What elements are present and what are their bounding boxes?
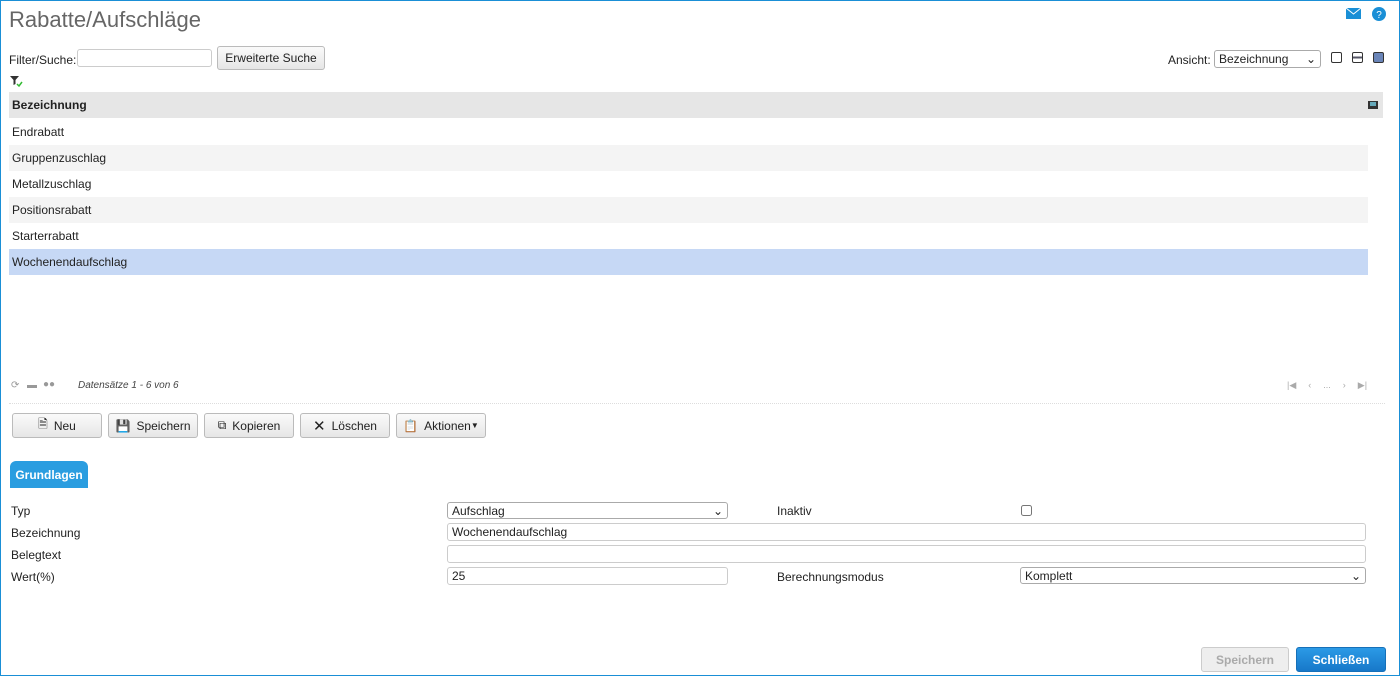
help-icon[interactable]: ? [1372, 7, 1386, 21]
filter-input[interactable] [77, 49, 212, 67]
column-settings-icon[interactable] [1368, 101, 1378, 109]
bezeichnung-input[interactable] [447, 523, 1366, 541]
divider [9, 403, 1385, 404]
save-button-disabled: Speichern [1201, 647, 1289, 672]
settings-dots-icon[interactable]: ●● [43, 379, 55, 390]
document-icon: 🗎 [38, 417, 48, 431]
mail-icon[interactable] [1346, 8, 1361, 19]
save-toolbar-button[interactable]: 💾 Speichern [108, 413, 198, 438]
typ-label: Typ [11, 504, 31, 518]
filter-active-icon[interactable] [10, 76, 24, 88]
save-label: Speichern [136, 418, 191, 433]
belegtext-input[interactable] [447, 545, 1366, 563]
row-label: Gruppenzuschlag [12, 151, 107, 165]
chevron-down-icon: ⌄ [1305, 52, 1316, 66]
table-row[interactable]: Gruppenzuschlag [9, 145, 1368, 171]
actions-button[interactable]: 📋 Aktionen ▼ [396, 413, 486, 438]
new-label: Neu [53, 418, 76, 433]
typ-select[interactable]: Aufschlag ⌄ [447, 502, 728, 519]
close-button[interactable]: Schließen [1296, 647, 1386, 672]
berechnungsmodus-label: Berechnungsmodus [777, 570, 884, 584]
first-page-icon[interactable]: |◀ [1287, 380, 1296, 391]
table-row[interactable]: Positionsrabatt [9, 197, 1368, 223]
belegtext-label: Belegtext [11, 548, 62, 562]
view-layout-1-icon[interactable] [1331, 52, 1342, 63]
modus-value: Komplett [1025, 568, 1073, 583]
pagination: |◀ ‹... › ▶| [1287, 380, 1367, 391]
advanced-search-button[interactable]: Erweiterte Suche [217, 46, 325, 70]
actions-label: Aktionen [424, 418, 471, 433]
table-row[interactable]: Metallzuschlag [9, 171, 1368, 197]
copy-icon: ⧉ [217, 418, 227, 432]
page-title: Rabatte/Aufschläge [9, 7, 202, 32]
delete-button[interactable]: ✕ Löschen [300, 413, 390, 438]
delete-label: Löschen [331, 418, 377, 433]
print-icon[interactable]: ▬ [27, 380, 37, 391]
table-row-selected[interactable]: Wochenendaufschlag [9, 249, 1368, 275]
copy-button[interactable]: ⧉ Kopieren [204, 413, 294, 438]
row-label: Starterrabatt [12, 229, 79, 243]
x-icon: ✕ [313, 417, 326, 435]
chevron-down-icon: ⌄ [712, 503, 723, 518]
wert-label: Wert(%) [11, 570, 55, 584]
column-header-bezeichnung[interactable]: Bezeichnung [9, 92, 1383, 118]
bezeichnung-label: Bezeichnung [11, 526, 81, 540]
inaktiv-checkbox[interactable] [1021, 505, 1032, 516]
view-label: Ansicht: [1168, 53, 1211, 67]
tab-grundlagen[interactable]: Grundlagen [10, 461, 88, 488]
table-row[interactable]: Starterrabatt [9, 223, 1368, 249]
page-ellipsis: ... [1323, 380, 1331, 390]
view-layout-3-icon[interactable] [1373, 52, 1384, 63]
refresh-icon[interactable]: ⟳ [11, 380, 19, 391]
floppy-icon: 💾 [115, 418, 131, 433]
row-label: Positionsrabatt [12, 203, 92, 217]
last-page-icon[interactable]: ▶| [1358, 380, 1367, 391]
row-label: Endrabatt [12, 125, 65, 139]
next-page-icon[interactable]: › [1343, 380, 1346, 391]
wert-input[interactable] [447, 567, 728, 585]
inaktiv-label: Inaktiv [777, 504, 812, 518]
clipboard-icon: 📋 [403, 418, 419, 433]
chevron-down-icon: ⌄ [1350, 568, 1361, 583]
typ-value: Aufschlag [452, 503, 505, 518]
svg-text:?: ? [1376, 10, 1382, 21]
view-layout-2-icon[interactable] [1352, 52, 1363, 63]
row-label: Metallzuschlag [12, 177, 92, 191]
new-button[interactable]: 🗎 Neu [12, 413, 102, 438]
copy-label: Kopieren [232, 418, 281, 433]
column-header-label: Bezeichnung [12, 98, 87, 112]
caret-down-icon: ▼ [470, 421, 479, 430]
prev-page-icon[interactable]: ‹ [1308, 380, 1311, 391]
records-count: Datensätze 1 - 6 von 6 [78, 380, 179, 391]
view-select[interactable]: Bezeichnung ⌄ [1214, 50, 1321, 68]
view-select-value: Bezeichnung [1219, 52, 1289, 66]
berechnungsmodus-select[interactable]: Komplett ⌄ [1020, 567, 1366, 584]
row-label: Wochenendaufschlag [12, 255, 128, 269]
table-row[interactable]: Endrabatt [9, 119, 1368, 145]
window: Rabatte/Aufschläge ? Filter/Suche: Erwei… [0, 0, 1400, 676]
filter-label: Filter/Suche: [9, 53, 77, 67]
